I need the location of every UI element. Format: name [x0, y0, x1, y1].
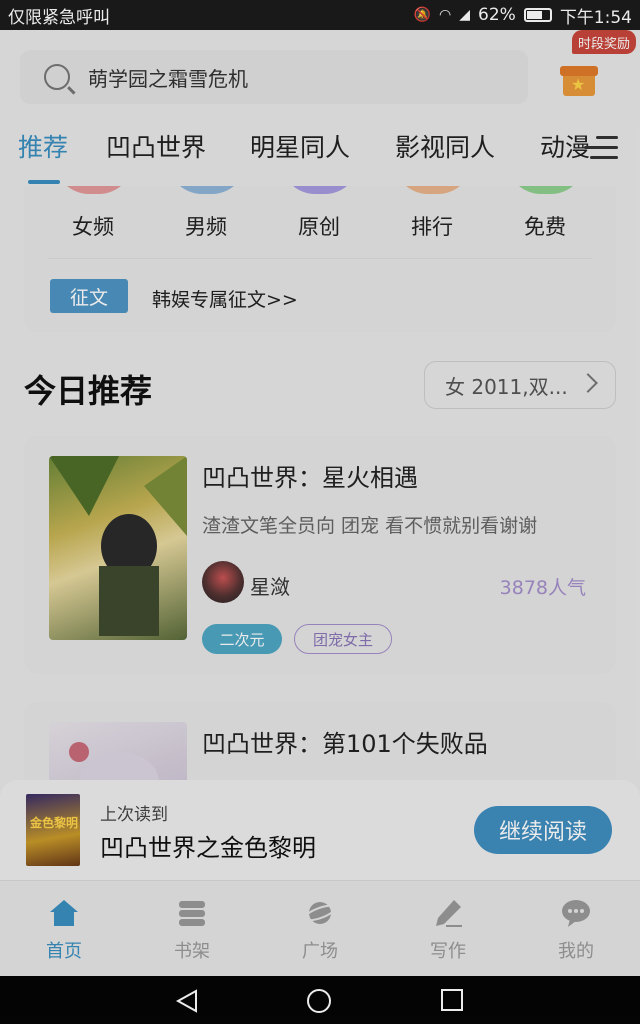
chat-icon — [562, 900, 590, 927]
continue-reading-bar[interactable]: 金色黎明 上次读到 凹凸世界之金色黎明 继续阅读 — [0, 780, 640, 880]
divider — [48, 258, 592, 259]
home-icon — [50, 900, 78, 926]
pen-icon — [436, 900, 462, 927]
promo-tag: 征文 — [50, 279, 128, 313]
last-read-title[interactable]: 凹凸世界之金色黎明 — [100, 828, 316, 863]
nav-label: 首页 — [46, 941, 82, 962]
preference-filter[interactable]: 女 2011,双... — [424, 361, 616, 409]
nav-label: 书架 — [174, 941, 210, 962]
search-bar[interactable]: 萌学园之霜雪危机 — [20, 50, 528, 104]
continue-reading-button[interactable]: 继续阅读 — [474, 806, 612, 854]
category-ranking[interactable]: 排行 — [382, 211, 482, 241]
tab-aotu-world[interactable]: 凹凸世界 — [106, 128, 206, 164]
author-name[interactable]: 星潋 — [250, 571, 290, 600]
tab-indicator — [28, 180, 60, 184]
battery-percent: 62% — [478, 5, 516, 25]
system-nav-bar — [0, 976, 640, 1024]
nav-bookshelf[interactable]: 书架 — [128, 881, 256, 977]
section-title: 今日推荐 — [24, 372, 153, 410]
original-category-icon[interactable] — [281, 186, 359, 194]
category-tabs: 推荐 凹凸世界 明星同人 影视同人 动漫 — [0, 128, 640, 186]
carrier-text: 仅限紧急呼叫 — [8, 7, 110, 28]
gift-icon[interactable]: ★ — [560, 60, 598, 96]
tab-anime[interactable]: 动漫 — [540, 128, 590, 164]
book-cover[interactable] — [49, 456, 187, 640]
tab-film-fanfic[interactable]: 影视同人 — [395, 128, 495, 164]
search-icon — [44, 64, 70, 90]
clock: 下午1:54 — [559, 7, 632, 28]
nav-write[interactable]: 写作 — [384, 881, 512, 977]
nav-label: 广场 — [302, 941, 338, 962]
last-read-cover[interactable]: 金色黎明 — [26, 794, 80, 866]
free-category-icon[interactable] — [507, 186, 585, 194]
search-placeholder: 萌学园之霜雪危机 — [88, 66, 248, 91]
nav-label: 我的 — [558, 941, 594, 962]
tag-chip[interactable]: 二次元 — [202, 624, 282, 654]
category-free[interactable]: 免费 — [495, 211, 595, 241]
category-male[interactable]: 男频 — [156, 211, 256, 241]
author-avatar[interactable] — [202, 561, 244, 603]
wifi-icon: ◠ — [439, 7, 452, 23]
promo-link[interactable]: 韩娱专属征文>> — [152, 285, 298, 312]
book-title[interactable]: 凹凸世界：星火相遇 — [202, 458, 418, 493]
tab-celebrity-fanfic[interactable]: 明星同人 — [250, 128, 350, 164]
chevron-right-icon — [578, 373, 598, 393]
mute-icon: 🔕 — [413, 7, 432, 23]
category-female[interactable]: 女频 — [43, 211, 143, 241]
battery-icon — [523, 8, 552, 22]
nav-label: 写作 — [430, 941, 466, 962]
book-card[interactable]: 凹凸世界：星火相遇 渣渣文笔全员向 团宠 看不惯就别看谢谢 星潋 3878人气 … — [24, 436, 616, 674]
category-card: 女频 男频 原创 排行 免费 征文 韩娱专属征文>> — [24, 186, 616, 332]
last-read-label: 上次读到 — [100, 805, 168, 825]
ranking-category-icon[interactable] — [394, 186, 472, 194]
nav-plaza[interactable]: 广场 — [256, 881, 384, 977]
male-category-icon[interactable] — [168, 186, 246, 194]
book-title[interactable]: 凹凸世界：第101个失败品 — [202, 724, 488, 759]
tag-chip[interactable]: 团宠女主 — [294, 624, 392, 654]
home-button-icon[interactable] — [306, 988, 332, 1014]
menu-icon[interactable] — [584, 134, 618, 162]
cover-art — [49, 456, 187, 636]
nav-home[interactable]: 首页 — [0, 881, 128, 977]
recent-apps-icon[interactable] — [440, 988, 464, 1012]
planet-icon — [304, 902, 336, 924]
book-description: 渣渣文笔全员向 团宠 看不惯就别看谢谢 — [202, 515, 538, 537]
category-original[interactable]: 原创 — [269, 211, 369, 241]
status-bar: 仅限紧急呼叫 🔕 ◠ ◢ 62% 下午1:54 — [0, 0, 640, 30]
tab-recommend[interactable]: 推荐 — [18, 128, 68, 164]
nav-mine[interactable]: 我的 — [512, 881, 640, 977]
signal-icon: ◢ — [459, 7, 471, 23]
filter-label: 女 2011,双... — [445, 374, 568, 399]
bookshelf-icon — [179, 901, 205, 926]
popularity-count: 3878人气 — [499, 577, 586, 599]
back-icon[interactable] — [174, 988, 200, 1014]
bottom-nav: 首页 书架 广场 写作 我的 — [0, 880, 640, 976]
cover-title: 金色黎明 — [30, 816, 79, 830]
reward-badge[interactable]: 时段奖励 — [572, 30, 637, 54]
female-category-icon[interactable] — [55, 186, 133, 194]
